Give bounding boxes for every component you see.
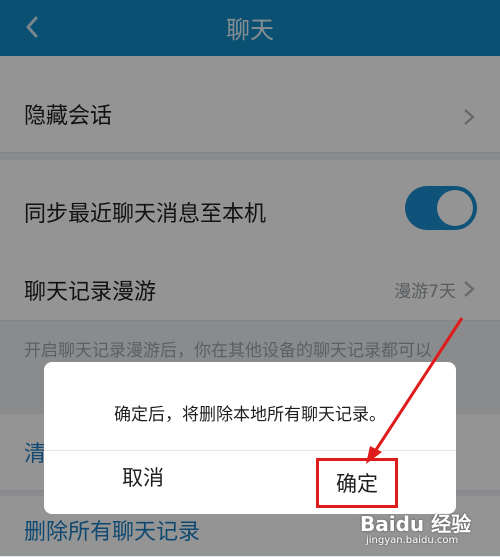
watermark-brand: Baidu 经验 [360,512,472,536]
watermark-domain: jingyan.baidu.com [366,535,459,546]
confirm-button[interactable]: 确定 [316,458,398,508]
dialog-divider [44,450,456,451]
watermark: Baidu 经验 jingyan.baidu.com [360,508,495,552]
confirm-dialog: 确定后，将删除本地所有聊天记录。 取消 确定 [44,362,456,514]
dialog-message: 确定后，将删除本地所有聊天记录。 [114,405,386,425]
cancel-button[interactable]: 取消 [122,462,164,492]
